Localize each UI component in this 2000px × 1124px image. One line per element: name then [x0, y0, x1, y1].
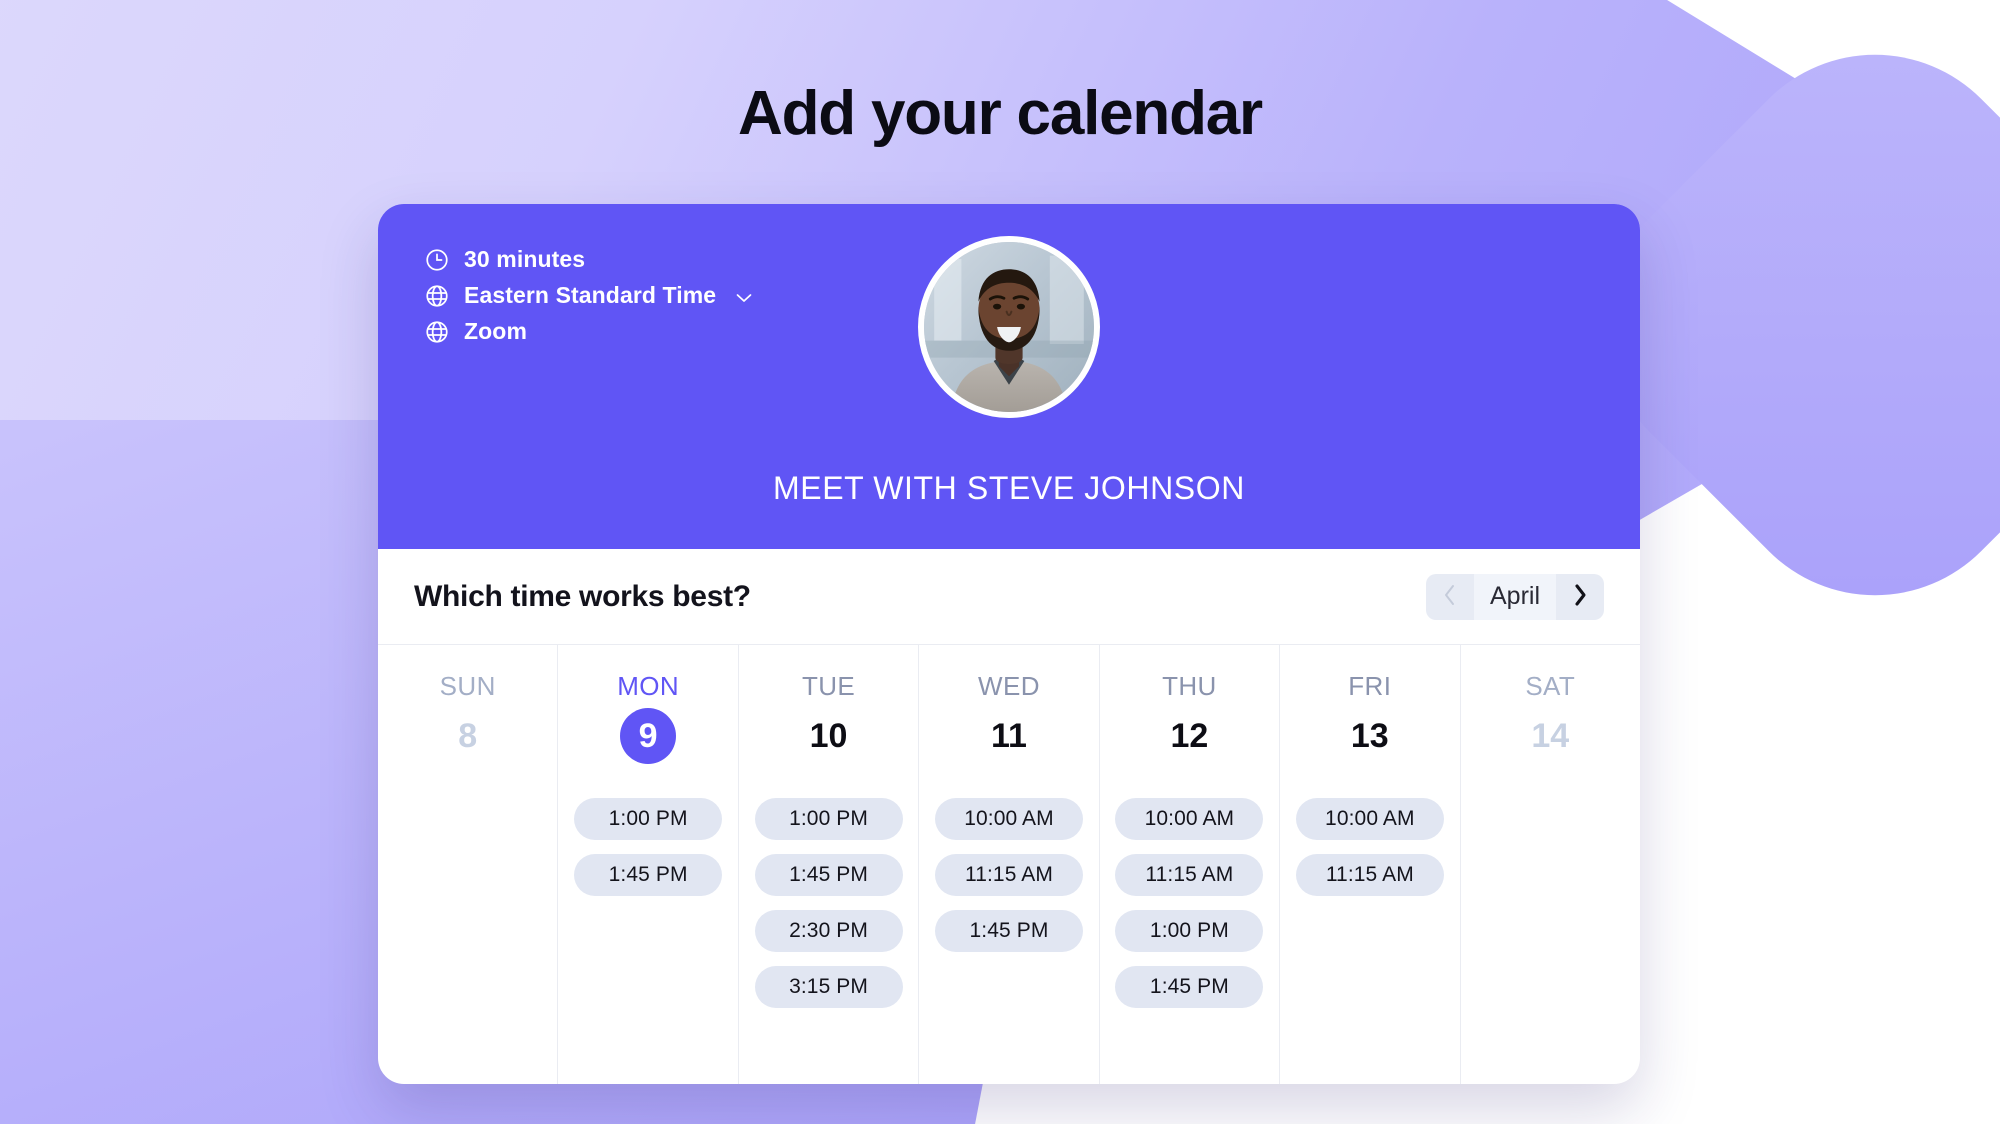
- toolbar-heading: Which time works best?: [414, 579, 751, 613]
- day-name: SUN: [439, 671, 496, 701]
- meeting-meta-list: 30 minutes Eastern Standard Time Zoom: [424, 246, 752, 345]
- day-name: TUE: [801, 671, 856, 701]
- prev-month-button[interactable]: [1426, 574, 1474, 620]
- day-column-thu: THU 12 10:00 AM 11:15 AM 1:00 PM 1:45 PM: [1100, 645, 1281, 1084]
- current-month-label: April: [1473, 573, 1556, 620]
- meta-timezone-label: Eastern Standard Time: [464, 282, 717, 308]
- day-column-wed: WED 11 10:00 AM 11:15 AM 1:45 PM: [919, 645, 1100, 1084]
- meeting-title: MEET WITH STEVE JOHNSON: [773, 470, 1245, 506]
- avatar: [918, 236, 1100, 418]
- card-toolbar: Which time works best? April: [378, 549, 1640, 645]
- time-slot-button[interactable]: 11:15 AM: [1115, 854, 1264, 896]
- day-name: WED: [978, 671, 1040, 701]
- meta-row-location: Zoom: [424, 318, 752, 345]
- day-name: SAT: [1525, 671, 1576, 701]
- time-slot-button[interactable]: 1:45 PM: [754, 854, 903, 896]
- day-name: MON: [617, 671, 680, 701]
- time-slot-list: 10:00 AM 11:15 AM 1:45 PM: [919, 798, 1098, 952]
- time-slot-button[interactable]: 11:15 AM: [934, 854, 1083, 896]
- meta-duration-label: 30 minutes: [464, 246, 586, 272]
- chevron-right-icon: [1573, 583, 1588, 610]
- day-number[interactable]: 9: [620, 708, 677, 764]
- time-slot-button[interactable]: 1:00 PM: [574, 798, 723, 840]
- time-slot-button[interactable]: 1:00 PM: [1115, 910, 1264, 952]
- day-number[interactable]: 12: [1161, 708, 1217, 764]
- day-name: FRI: [1348, 671, 1392, 701]
- day-name: THU: [1162, 671, 1217, 701]
- day-number[interactable]: 10: [801, 708, 857, 764]
- week-grid: SUN 8 MON 9 1:00 PM 1:45 PM TUE 10 1:00 PM 1:45 P…: [378, 645, 1640, 1084]
- page-title: Add your calendar: [738, 79, 1263, 148]
- time-slot-button[interactable]: 10:00 AM: [1115, 798, 1264, 840]
- time-slot-list: 10:00 AM 11:15 AM 1:00 PM 1:45 PM: [1100, 798, 1279, 1008]
- day-number: 8: [458, 716, 478, 755]
- day-column-tue: TUE 10 1:00 PM 1:45 PM 2:30 PM 3:15 PM: [739, 645, 920, 1084]
- time-slot-list: 10:00 AM 11:15 AM: [1280, 798, 1459, 896]
- day-column-sun: SUN 8: [378, 645, 559, 1084]
- chevron-down-icon[interactable]: [736, 282, 752, 309]
- time-slot-button[interactable]: 3:15 PM: [754, 966, 903, 1008]
- day-number[interactable]: 13: [1342, 708, 1398, 764]
- day-column-mon: MON 9 1:00 PM 1:45 PM: [558, 645, 739, 1084]
- time-slot-button[interactable]: 11:15 AM: [1295, 854, 1444, 896]
- time-slot-button[interactable]: 2:30 PM: [754, 910, 903, 952]
- time-slot-button[interactable]: 1:00 PM: [754, 798, 903, 840]
- globe-icon: [424, 283, 450, 309]
- month-navigator: April: [1425, 573, 1604, 620]
- time-slot-button[interactable]: 10:00 AM: [1295, 798, 1444, 840]
- time-slot-button[interactable]: 10:00 AM: [934, 798, 1083, 840]
- meta-location-label: Zoom: [464, 318, 527, 344]
- time-slot-list: 1:00 PM 1:45 PM: [558, 798, 737, 896]
- time-slot-button[interactable]: 1:45 PM: [574, 854, 723, 896]
- globe-icon: [424, 319, 450, 345]
- day-column-fri: FRI 13 10:00 AM 11:15 AM: [1280, 645, 1461, 1084]
- next-month-button[interactable]: [1556, 574, 1604, 620]
- meta-row-duration: 30 minutes: [424, 246, 752, 273]
- day-column-sat: SAT 14: [1461, 645, 1640, 1084]
- day-number[interactable]: 11: [981, 708, 1037, 764]
- booking-card: 30 minutes Eastern Standard Time Zoom ME…: [378, 204, 1640, 1084]
- card-header: 30 minutes Eastern Standard Time Zoom ME…: [378, 204, 1640, 549]
- time-slot-button[interactable]: 1:45 PM: [934, 910, 1083, 952]
- meta-row-timezone[interactable]: Eastern Standard Time: [424, 282, 752, 309]
- time-slot-button[interactable]: 1:45 PM: [1115, 966, 1264, 1008]
- clock-icon: [424, 247, 450, 273]
- chevron-left-icon: [1442, 583, 1457, 610]
- day-number: 14: [1531, 716, 1570, 755]
- time-slot-list: 1:00 PM 1:45 PM 2:30 PM 3:15 PM: [739, 798, 918, 1008]
